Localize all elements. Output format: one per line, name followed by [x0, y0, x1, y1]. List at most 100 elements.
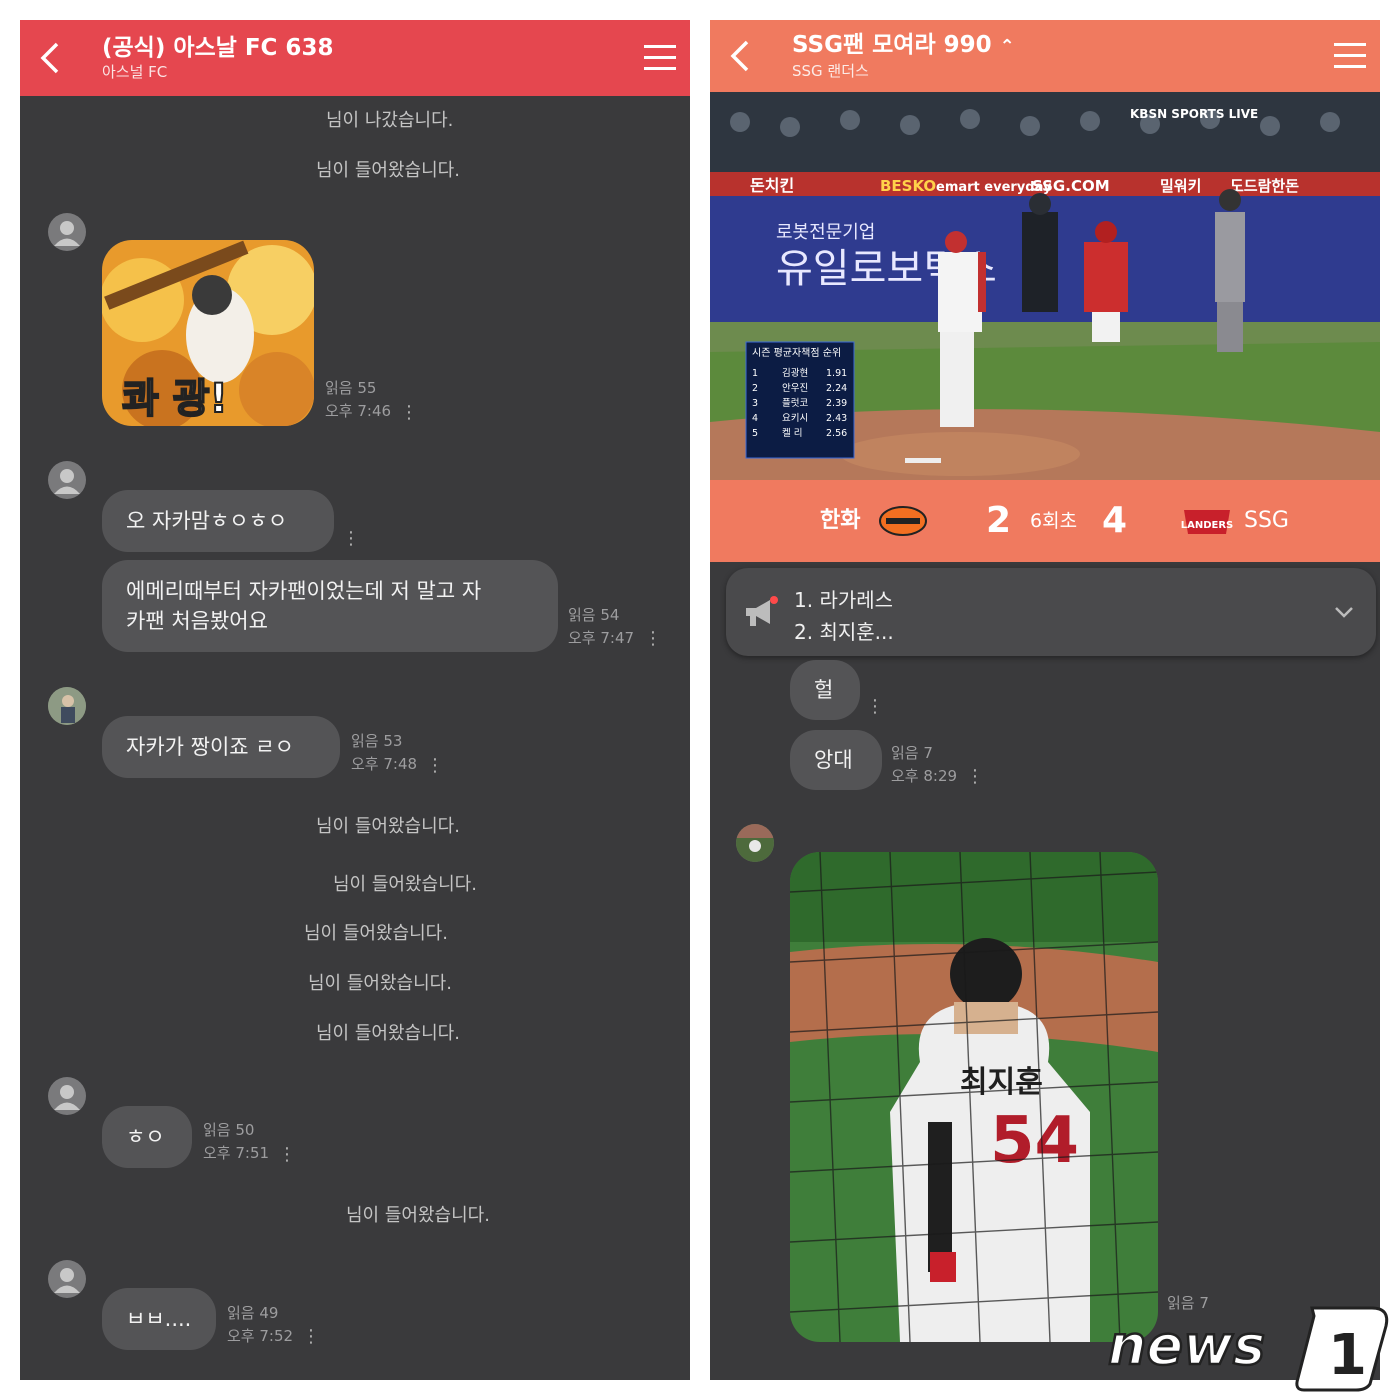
default-profile-icon: [54, 1085, 80, 1110]
notice-line: 1. 라가레스: [794, 588, 894, 612]
notice-banner[interactable]: 1. 라가레스 2. 최지훈...: [726, 568, 1376, 656]
board-name: 플럿코: [782, 397, 808, 409]
timestamp: 오후 8:29: [891, 767, 958, 785]
system-message: 님이 들어왔습니다.: [346, 1205, 490, 1226]
more-options-icon[interactable]: ⋮: [342, 530, 360, 548]
chat-subtitle: 아스널 FC: [102, 63, 168, 81]
more-options-icon[interactable]: ⋮: [966, 768, 984, 786]
svg-text:news: news: [1108, 1314, 1265, 1377]
read-count: 읽음 7: [891, 744, 933, 762]
message-bubble[interactable]: 오 자카맘ㅎㅇㅎㅇ: [102, 490, 334, 552]
more-options-icon[interactable]: ⋮: [866, 698, 884, 716]
home-team-name: SSG: [1244, 508, 1289, 533]
system-message: 님이 들어왔습니다.: [304, 923, 448, 944]
right-chat-screen: SSG팬 모여라 990 ⌃ SSG 랜더스 돈치킨 BESKO emart e…: [710, 20, 1380, 1380]
default-profile-icon: [54, 221, 80, 246]
message-line: 에메리때부터 자카팬이었는데 저 말고 자: [126, 579, 482, 603]
sponsor-subtext: 로봇전문기업: [776, 222, 875, 243]
message-bubble[interactable]: 앙대: [790, 730, 882, 790]
scoreboard: 한화 2 6회초 4 LANDERS SSG: [710, 480, 1380, 562]
chat-header: (공식) 아스날 FC 638 아스널 FC: [20, 20, 690, 96]
sticker-image[interactable]: 콰 광!: [102, 240, 314, 426]
timestamp: 오후 7:47: [568, 629, 635, 647]
board-rank: 2: [752, 383, 758, 394]
more-options-icon[interactable]: ⋮: [644, 630, 662, 648]
read-count: 읽음 49: [227, 1304, 279, 1322]
player-photo[interactable]: 최지훈 54: [790, 852, 1158, 1342]
ad-board-text: SSG.COM: [1032, 177, 1110, 195]
board-name: 켈 리: [782, 427, 803, 439]
avatar[interactable]: [48, 1077, 86, 1115]
megaphone-icon: [746, 596, 778, 626]
read-count: 읽음 55: [325, 379, 377, 397]
system-message: 님이 들어왔습니다.: [316, 816, 460, 837]
board-era: 2.39: [826, 398, 847, 409]
ad-board-text: 밀워키: [1160, 177, 1201, 195]
chat-header: SSG팬 모여라 990 ⌃ SSG 랜더스: [710, 20, 1380, 92]
svg-text:1: 1: [1328, 1323, 1367, 1388]
baseball-broadcast-scene: 돈치킨 BESKO emart everyday SSG.COM 밀워키 도드람…: [710, 92, 1380, 480]
sticker-illustration: 콰 광!: [102, 240, 314, 426]
menu-button[interactable]: [1320, 20, 1380, 92]
default-profile-icon: [54, 1268, 80, 1293]
jersey-number: 54: [990, 1104, 1079, 1178]
broadcast-video[interactable]: 돈치킨 BESKO emart everyday SSG.COM 밀워키 도드람…: [710, 92, 1380, 480]
more-options-icon[interactable]: ⋮: [426, 757, 444, 775]
sticker-text: 콰 광!: [122, 376, 228, 422]
board-name: 요키시: [782, 413, 808, 424]
board-era: 2.24: [826, 383, 847, 394]
away-team-name: 한화: [820, 508, 861, 533]
avatar[interactable]: [736, 824, 774, 862]
message-bubble[interactable]: ㅂㅂ....: [102, 1288, 216, 1350]
ad-board-text: 돈치킨: [750, 176, 794, 195]
read-count: 읽음 50: [203, 1121, 255, 1139]
svg-text:LANDERS: LANDERS: [1181, 520, 1234, 531]
avatar[interactable]: [48, 687, 86, 725]
inning: 6회초: [1030, 510, 1078, 532]
news1-watermark-logo: news 1: [1107, 1306, 1389, 1392]
message-bubble[interactable]: 헐: [790, 660, 860, 720]
landers-logo-icon: LANDERS: [1180, 502, 1234, 554]
batter: [1215, 189, 1245, 352]
avatar[interactable]: [48, 461, 86, 499]
profile-photo: [736, 824, 774, 862]
chevron-down-icon[interactable]: [1334, 606, 1354, 618]
read-count: 읽음 54: [568, 606, 620, 624]
avatar[interactable]: [48, 213, 86, 251]
timestamp: 오후 7:51: [203, 1144, 270, 1162]
channel-logo: KBSN SPORTS LIVE: [1130, 107, 1258, 121]
back-button[interactable]: [20, 20, 80, 96]
board-title: 시즌 평균자책점 순위: [752, 346, 841, 359]
chat-subtitle: SSG 랜더스: [792, 62, 869, 80]
more-options-icon[interactable]: ⋮: [302, 1328, 320, 1346]
system-message: 님이 들어왔습니다.: [316, 160, 460, 181]
chat-title: SSG팬 모여라 990: [792, 32, 992, 58]
back-button[interactable]: [710, 20, 770, 92]
avatar[interactable]: [48, 1260, 86, 1298]
chevron-up-icon[interactable]: ⌃: [1000, 36, 1015, 57]
menu-button[interactable]: [630, 20, 690, 96]
board-rank: 5: [752, 428, 758, 439]
more-options-icon[interactable]: ⋮: [400, 404, 418, 422]
board-era: 2.43: [826, 413, 847, 424]
hamburger-icon: [644, 45, 676, 70]
timestamp: 오후 7:46: [325, 402, 392, 420]
read-count: 읽음 53: [351, 732, 403, 750]
board-era: 1.91: [826, 368, 847, 379]
more-options-icon[interactable]: ⋮: [278, 1146, 296, 1164]
board-rank: 3: [752, 398, 758, 409]
message-bubble[interactable]: 에메리때부터 자카팬이었는데 저 말고 자 카팬 처음봤어요: [102, 560, 558, 652]
message-bubble[interactable]: ㅎㅇ: [102, 1106, 192, 1168]
message-line: 카팬 처음봤어요: [126, 609, 268, 633]
away-score: 2: [986, 500, 1012, 541]
board-rank: 4: [752, 413, 758, 424]
board-rank: 1: [752, 368, 758, 379]
board-name: 김광현: [782, 367, 808, 379]
timestamp: 오후 7:48: [351, 755, 418, 773]
message-bubble[interactable]: 자카가 짱이죠 ㄹㅇ: [102, 716, 340, 778]
ad-board-text: BESKO: [880, 177, 936, 195]
left-chat-screen: (공식) 아스날 FC 638 아스널 FC 님이 나갔습니다. 님이 들어왔습…: [20, 20, 690, 1380]
timestamp: 오후 7:52: [227, 1327, 294, 1345]
jersey-name: 최지훈: [960, 1065, 1043, 1100]
home-score: 4: [1102, 500, 1128, 541]
